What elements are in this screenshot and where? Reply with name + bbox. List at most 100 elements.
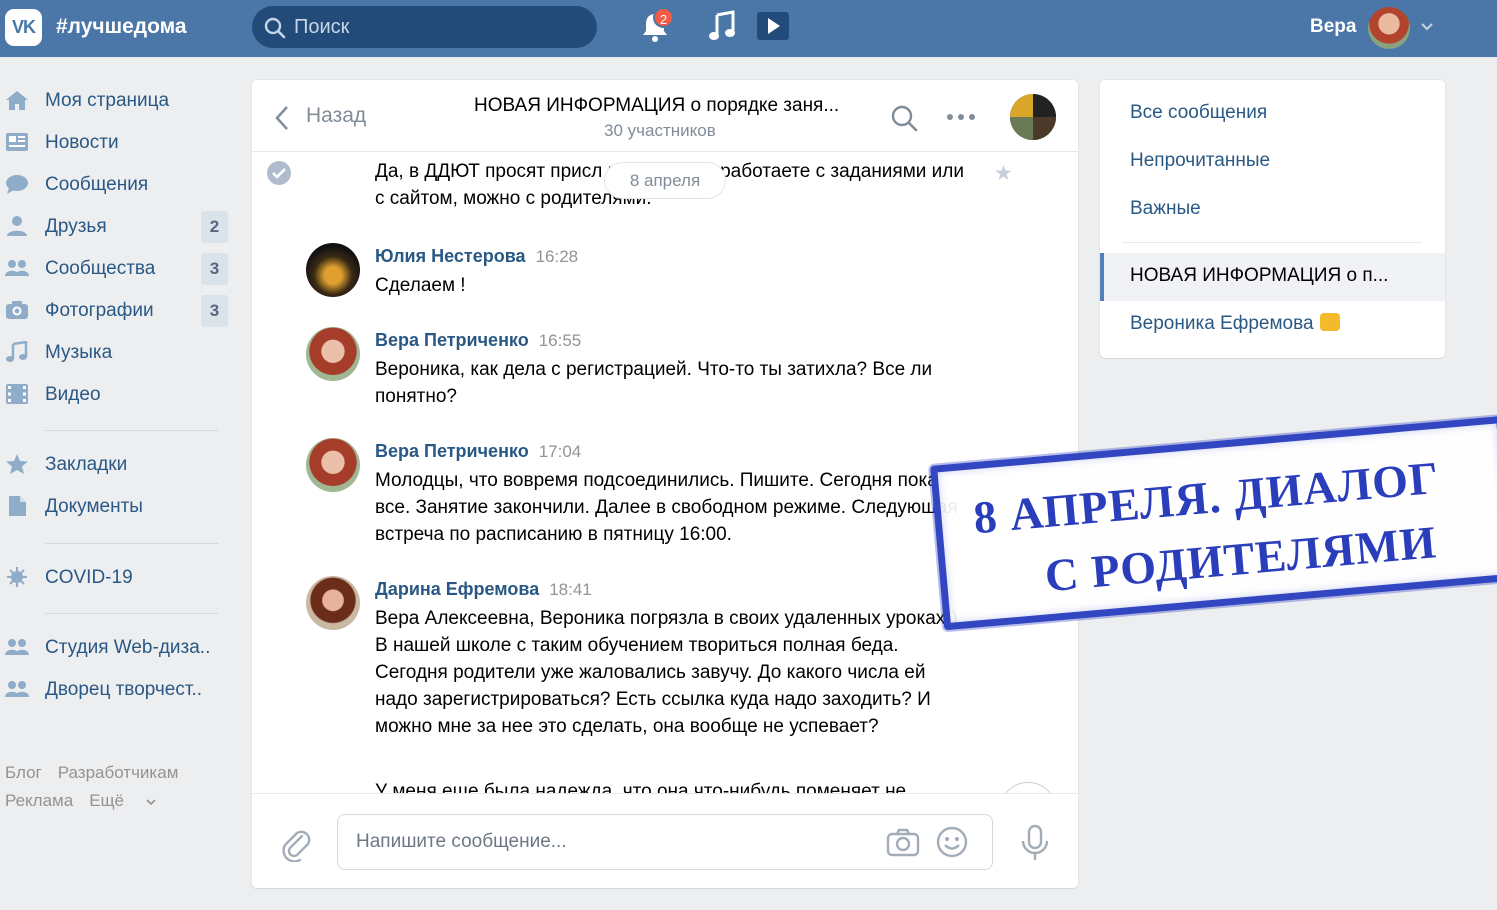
chat-title[interactable]: НОВАЯ ИНФОРМАЦИЯ о порядке заня... [474, 95, 854, 117]
star-icon [6, 454, 28, 474]
author-avatar[interactable] [306, 243, 360, 297]
search-icon [264, 17, 286, 39]
chat-header: Назад НОВАЯ ИНФОРМАЦИЯ о порядке заня...… [252, 80, 1078, 152]
photos-count-badge: 3 [201, 295, 228, 327]
sidebar-item-photos[interactable]: Фотографии 3 [0, 290, 230, 330]
scroll-down-button[interactable] [999, 782, 1057, 793]
music-icon [6, 341, 28, 362]
compose-field-wrapper [337, 814, 993, 870]
sidebar-item-web-studio[interactable]: Студия Web-диза.. [0, 627, 230, 667]
sidebar-divider [45, 613, 218, 614]
back-chevron-icon[interactable] [274, 105, 290, 131]
page-brand-title[interactable]: #лучшедома [56, 15, 187, 39]
active-chat-item[interactable]: НОВАЯ ИНФОРМАЦИЯ о п... [1100, 253, 1445, 301]
filter-important[interactable]: Важные [1130, 198, 1201, 220]
emoji-smile-icon[interactable] [936, 826, 968, 858]
sidebar-item-label: Моя страница [45, 90, 170, 111]
footer-link-blog[interactable]: Блог [5, 763, 42, 782]
virus-icon [7, 567, 27, 587]
group-icon [5, 260, 29, 276]
date-separator-badge: 8 апреля [604, 162, 726, 199]
participants-count[interactable]: 30 участников [604, 121, 716, 141]
chat-item-veronika[interactable]: Вероника Ефремова [1130, 313, 1340, 335]
sidebar-item-messages[interactable]: Сообщения [0, 164, 230, 204]
message-text: Сделаем ! [375, 275, 466, 296]
footer-link-ads[interactable]: Реклама [5, 791, 73, 810]
footer-link-developers[interactable]: Разработчикам [58, 763, 179, 782]
filter-all-messages[interactable]: Все сообщения [1130, 102, 1267, 124]
footer-link-more[interactable]: Ещё [89, 791, 157, 810]
more-options-icon[interactable] [946, 113, 976, 121]
filters-divider [1122, 242, 1422, 243]
video-player-icon[interactable] [755, 10, 791, 42]
chat-bubble-icon [6, 175, 28, 194]
author-name[interactable]: Дарина Ефремова [375, 579, 539, 599]
sidebar-item-friends[interactable]: Друзья 2 [0, 206, 230, 246]
sidebar-item-my-page[interactable]: Моя страница [0, 80, 230, 120]
news-icon [6, 133, 28, 151]
sidebar-item-label: Новости [45, 132, 119, 153]
message-filters-panel: Все сообщения Непрочитанные Важные НОВАЯ… [1100, 80, 1445, 358]
home-icon [6, 91, 28, 110]
author-name[interactable]: Юлия Нестерова [375, 246, 526, 266]
sidebar-item-label: Видео [45, 384, 101, 405]
sidebar-item-label: Друзья [45, 216, 107, 237]
sidebar-item-label: Сообщения [45, 174, 149, 195]
sidebar-item-label: Сообщества [45, 258, 156, 279]
search-icon[interactable] [890, 104, 918, 132]
user-name[interactable]: Вера [1310, 16, 1356, 38]
message-author[interactable]: Дарина Ефремова 18:41 [375, 579, 592, 600]
sidebar-item-news[interactable]: Новости [0, 122, 230, 162]
message-time: 16:55 [538, 331, 582, 350]
sidebar-item-video[interactable]: Видео [0, 374, 230, 414]
compose-input[interactable] [356, 815, 866, 869]
search-input[interactable] [294, 6, 584, 48]
sidebar-divider [45, 543, 218, 544]
chat-avatar[interactable] [1010, 94, 1056, 140]
author-avatar[interactable] [306, 438, 360, 492]
author-avatar[interactable] [306, 327, 360, 381]
sidebar-item-communities[interactable]: Сообщества 3 [0, 248, 230, 288]
notifications-badge: 2 [653, 7, 674, 28]
communities-count-badge: 3 [201, 253, 228, 285]
friends-count-badge: 2 [201, 211, 228, 243]
sidebar-item-label: Документы [45, 496, 143, 517]
message-text: Вероника, как дела с регистрацией. Что-т… [375, 359, 933, 407]
filter-unread[interactable]: Непрочитанные [1130, 150, 1270, 172]
attach-paperclip-icon[interactable] [280, 826, 312, 862]
message-author[interactable]: Юлия Нестерова 16:28 [375, 246, 578, 267]
back-button[interactable]: Назад [306, 104, 366, 128]
message-time: 16:28 [535, 247, 579, 266]
message-author[interactable]: Вера Петриченко 17:04 [375, 441, 581, 462]
author-avatar[interactable] [306, 576, 360, 630]
video-film-icon [6, 384, 28, 404]
search-box[interactable] [252, 6, 597, 48]
sidebar-divider [45, 430, 218, 431]
author-name[interactable]: Вера Петриченко [375, 330, 529, 350]
music-note-icon[interactable] [707, 10, 737, 42]
top-bar: VK #лучшедома 2 Вера [0, 0, 1497, 57]
selected-check-icon[interactable] [267, 161, 291, 185]
sidebar-item-label: Студия Web-диза.. [45, 637, 211, 658]
star-icon[interactable]: ★ [994, 161, 1013, 186]
microphone-icon[interactable] [1020, 824, 1050, 862]
footer-links-row-1: Блог Разработчикам [5, 763, 194, 783]
sidebar-item-bookmarks[interactable]: Закладки [0, 444, 230, 484]
fist-emoji-icon [1319, 313, 1340, 331]
user-avatar[interactable] [1368, 7, 1410, 49]
sidebar-item-label: Закладки [45, 454, 128, 475]
sidebar-item-covid[interactable]: COVID-19 [0, 557, 230, 597]
sidebar-item-documents[interactable]: Документы [0, 486, 230, 526]
sidebar-item-label: Фотографии [45, 300, 154, 321]
sidebar-item-palace[interactable]: Дворец творчест.. [0, 669, 230, 709]
camera-icon [6, 301, 28, 319]
message-text-partial: У меня еще была надежда, что она что-ниб… [375, 781, 922, 793]
camera-icon[interactable] [886, 827, 920, 857]
author-name[interactable]: Вера Петриченко [375, 441, 529, 461]
vk-logo-icon[interactable]: VK [5, 9, 42, 46]
group-icon [5, 681, 29, 697]
chevron-down-icon [146, 799, 156, 806]
sidebar-item-music[interactable]: Музыка [0, 332, 230, 372]
message-author[interactable]: Вера Петриченко 16:55 [375, 330, 581, 351]
chevron-down-icon[interactable] [1420, 22, 1434, 32]
